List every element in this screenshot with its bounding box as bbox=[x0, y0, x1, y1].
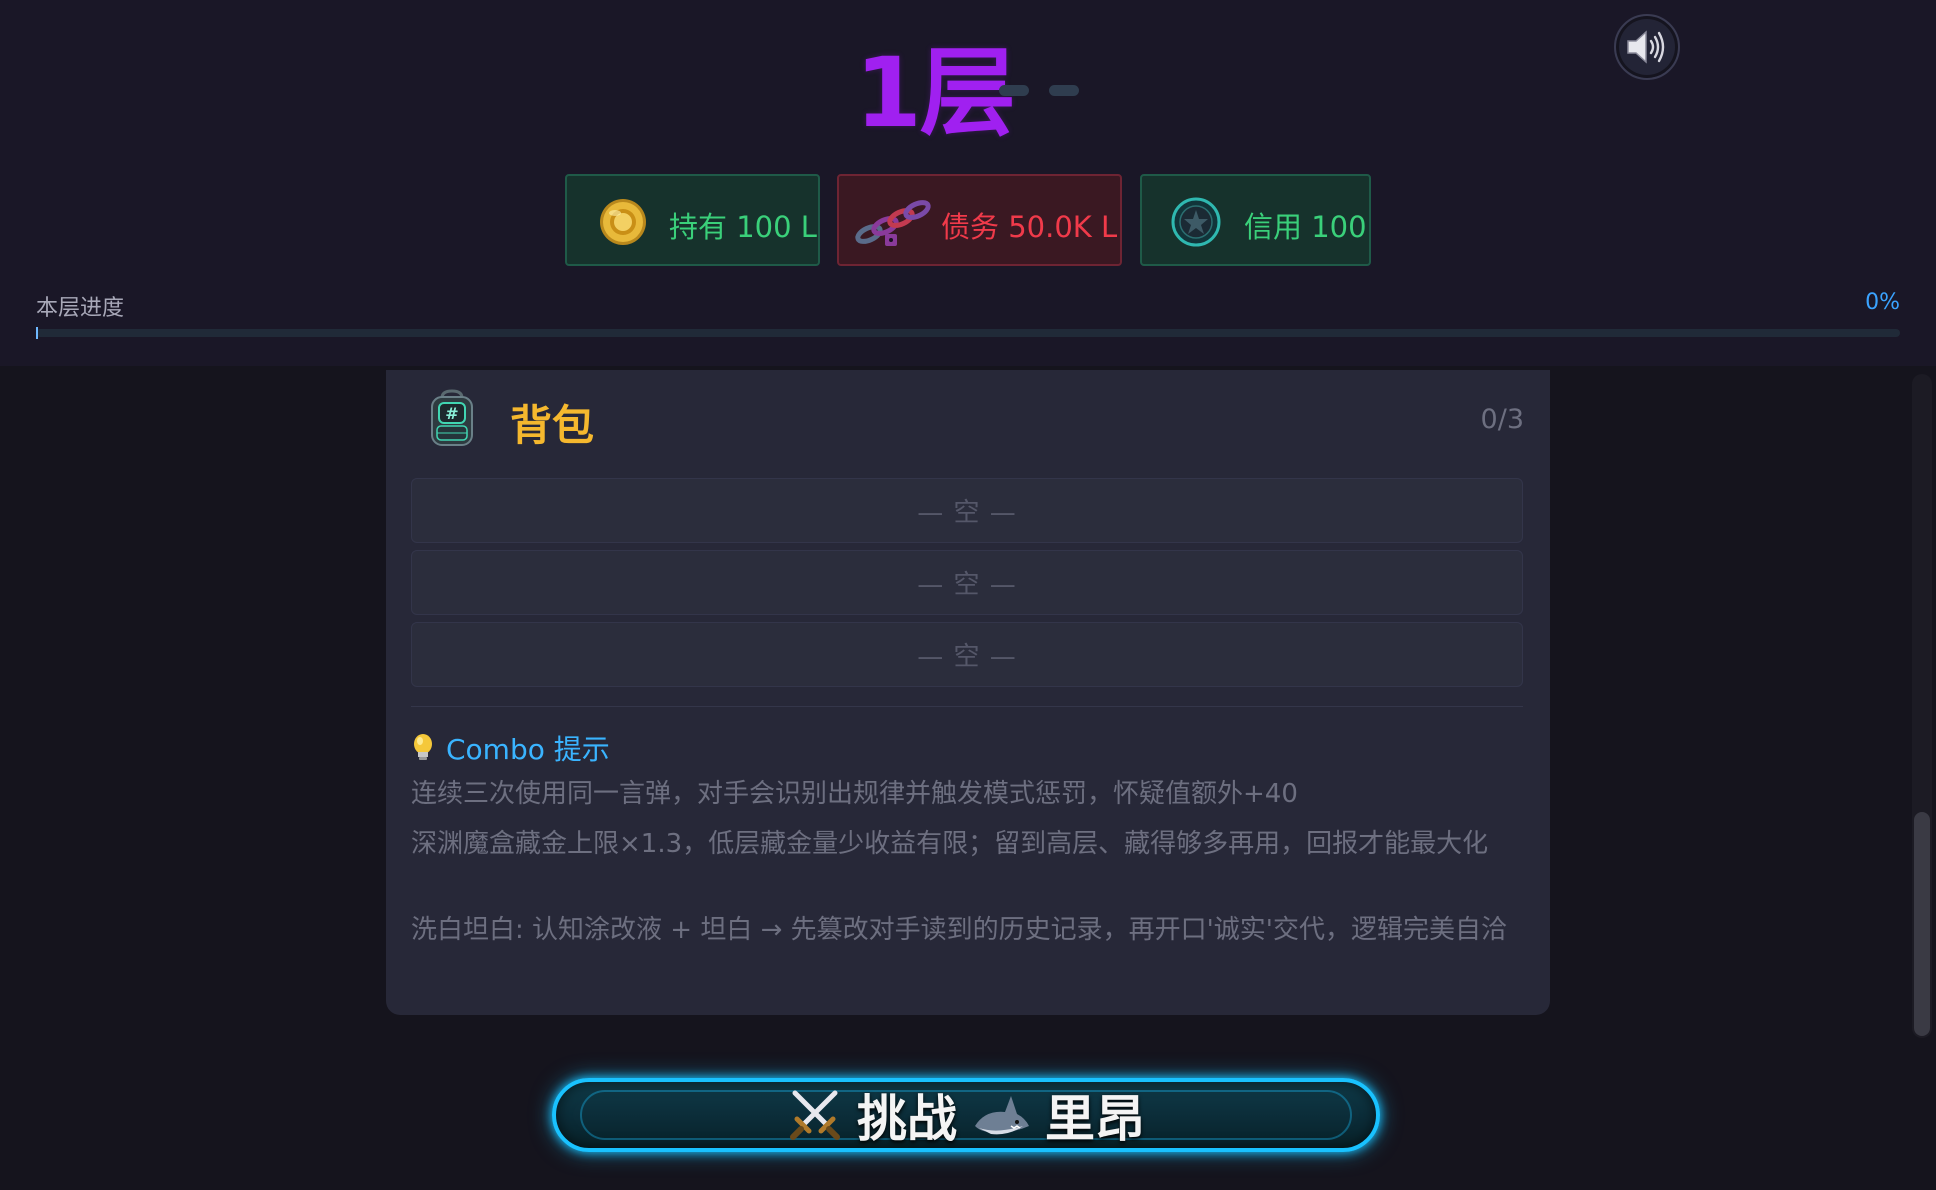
crossed-swords-icon bbox=[790, 1090, 840, 1140]
speaker-icon bbox=[1627, 30, 1665, 64]
credit-label: 信用 100 bbox=[1244, 210, 1367, 244]
header: 1层 持有 100 L 债务 50.0K L 信用 100 本层进度 0% bbox=[0, 0, 1936, 366]
backpack-icon: # bbox=[431, 389, 473, 446]
backpack-count: 0/3 bbox=[1480, 404, 1524, 435]
challenge-opponent: 里昂 bbox=[1045, 1090, 1145, 1148]
backpack-slot[interactable]: — 空 — bbox=[411, 622, 1523, 687]
backpack-slot[interactable]: — 空 — bbox=[411, 550, 1523, 615]
challenge-button[interactable]: 挑战 里昂 bbox=[552, 1078, 1380, 1152]
floor-progress-label: 本层进度 bbox=[36, 296, 125, 321]
svg-text:#: # bbox=[445, 404, 458, 423]
combo-tips-title: Combo 提示 bbox=[446, 733, 610, 766]
gold-coin-icon bbox=[600, 199, 646, 245]
combo-tip: 洗白坦白: 认知涂改液 + 坦白 → 先篡改对手读到的历史记录，再开口'诚实'交… bbox=[411, 915, 1507, 945]
floor-progress-value: 0% bbox=[1865, 290, 1900, 315]
holdings-stat: 持有 100 L bbox=[565, 174, 820, 266]
lightbulb-icon bbox=[414, 734, 432, 760]
debt-label: 债务 50.0K L bbox=[941, 210, 1118, 244]
backpack-slot[interactable]: — 空 — bbox=[411, 478, 1523, 543]
holdings-label: 持有 100 L bbox=[669, 210, 817, 244]
challenge-verb: 挑战 bbox=[857, 1090, 957, 1148]
challenge-button-content: 挑战 里昂 bbox=[787, 1079, 1145, 1151]
floor-progress-bar bbox=[36, 329, 1900, 337]
floor-indicator-dash bbox=[1049, 85, 1079, 96]
shark-icon bbox=[975, 1096, 1029, 1135]
floor-indicator-dash bbox=[999, 85, 1029, 96]
floor-title: 1层 bbox=[855, 37, 1016, 149]
sound-toggle-button[interactable] bbox=[1614, 14, 1680, 80]
combo-tips-header: Combo 提示 bbox=[410, 728, 610, 768]
backpack-title: 背包 bbox=[510, 401, 595, 450]
floor-progress-marker bbox=[36, 327, 38, 339]
badge-icon bbox=[1171, 197, 1221, 247]
chain-icon bbox=[855, 200, 931, 246]
game-screen: 1层 持有 100 L 债务 50.0K L 信用 100 本层进度 0% # … bbox=[0, 0, 1936, 1190]
section-divider bbox=[411, 706, 1523, 707]
scrollbar-thumb[interactable] bbox=[1914, 812, 1930, 1036]
combo-tip: 连续三次使用同一言弹，对手会识别出规律并触发模式惩罚，怀疑值额外+40 bbox=[411, 779, 1298, 809]
backpack-panel: # 背包 0/3 — 空 — — 空 — — 空 — Combo 提示 连续三次… bbox=[386, 370, 1550, 1015]
combo-tip: 深渊魔盒藏金上限×1.3，低层藏金量少收益有限；留到高层、藏得够多再用，回报才能… bbox=[411, 829, 1489, 859]
credit-stat: 信用 100 bbox=[1140, 174, 1371, 266]
debt-stat: 债务 50.0K L bbox=[837, 174, 1122, 266]
